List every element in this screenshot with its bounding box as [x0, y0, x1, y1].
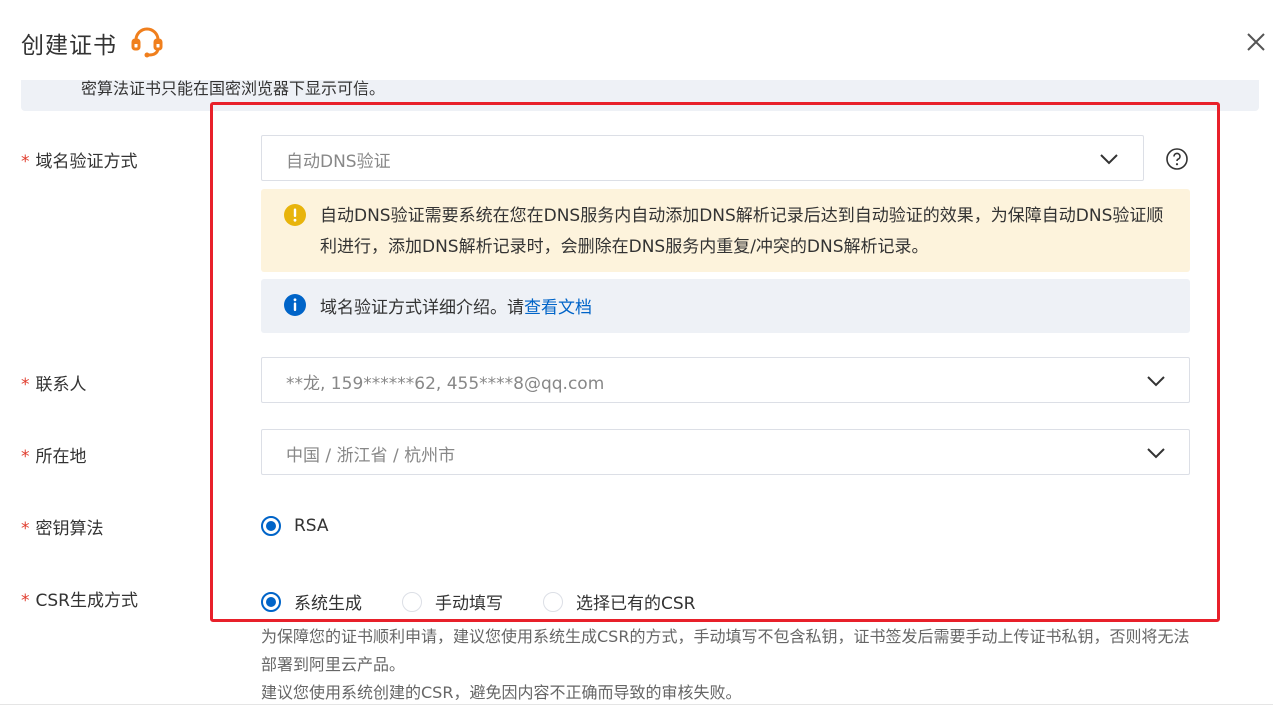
- required-mark: *: [21, 519, 30, 539]
- csr-hint-line-2: 建议您使用系统创建的CSR，避免因内容不正确而导致的审核失败。: [261, 683, 742, 702]
- dialog-header: 创建证书: [0, 0, 1273, 80]
- csr-hint: 为保障您的证书顺利申请，建议您使用系统生成CSR的方式，手动填写不包含私钥，证书…: [261, 623, 1191, 707]
- chevron-down-icon: [1147, 448, 1165, 459]
- radio-label: RSA: [294, 516, 329, 536]
- location-select[interactable]: 中国 / 浙江省 / 杭州市: [261, 429, 1190, 475]
- key-algorithm-label: * 密钥算法: [21, 519, 104, 539]
- radio-csr-existing[interactable]: 选择已有的CSR: [543, 589, 695, 614]
- domain-verify-select[interactable]: 自动DNS验证: [261, 135, 1144, 181]
- dns-warning-text: 自动DNS验证需要系统在您在DNS服务内自动添加DNS解析记录后达到自动验证的效…: [320, 206, 1164, 257]
- radio-label: 手动填写: [435, 594, 503, 614]
- view-docs-link[interactable]: 查看文档: [524, 298, 592, 318]
- close-icon[interactable]: [1244, 30, 1268, 54]
- domain-verify-label: * 域名验证方式: [21, 152, 138, 172]
- radio-label: 选择已有的CSR: [576, 594, 696, 614]
- chevron-down-icon: [1100, 154, 1118, 165]
- warning-circle-icon: [284, 204, 306, 226]
- radio-dot[interactable]: [543, 591, 563, 612]
- headset-icon[interactable]: [130, 24, 164, 58]
- question-circle-icon[interactable]: [1165, 147, 1189, 171]
- top-notice-text: 密算法证书只能在国密浏览器下显示可信。: [81, 80, 386, 98]
- radio-label: 系统生成: [294, 594, 362, 614]
- radio-dot[interactable]: [402, 591, 422, 612]
- chevron-down-icon: [1147, 376, 1165, 387]
- required-mark: *: [21, 447, 30, 467]
- contact-select[interactable]: **龙, 159******62, 455****8@qq.com: [261, 357, 1190, 403]
- contact-value: **龙, 159******62, 455****8@qq.com: [286, 374, 605, 394]
- radio-dot[interactable]: [261, 516, 281, 536]
- verify-info-text: 域名验证方式详细介绍。请: [320, 298, 524, 318]
- required-mark: *: [21, 375, 30, 395]
- verify-info-alert: 域名验证方式详细介绍。请查看文档: [261, 279, 1190, 333]
- radio-csr-manual[interactable]: 手动填写: [402, 589, 503, 614]
- dns-warning-alert: 自动DNS验证需要系统在您在DNS服务内自动添加DNS解析记录后达到自动验证的效…: [261, 189, 1190, 272]
- top-notice-banner: 密算法证书只能在国密浏览器下显示可信。: [21, 80, 1259, 111]
- contact-label: * 联系人: [21, 375, 87, 395]
- location-value: 中国 / 浙江省 / 杭州市: [286, 446, 456, 466]
- dialog-title: 创建证书: [21, 33, 117, 59]
- divider: [0, 704, 1273, 705]
- location-label: * 所在地: [21, 447, 87, 467]
- radio-rsa[interactable]: RSA: [261, 516, 329, 536]
- info-circle-icon: [284, 294, 306, 316]
- radio-csr-system[interactable]: 系统生成: [261, 589, 362, 614]
- radio-dot[interactable]: [261, 591, 281, 612]
- required-mark: *: [21, 591, 30, 611]
- csr-method-label: * CSR生成方式: [21, 591, 138, 611]
- domain-verify-value: 自动DNS验证: [286, 152, 391, 172]
- required-mark: *: [21, 152, 30, 172]
- csr-hint-line-1: 为保障您的证书顺利申请，建议您使用系统生成CSR的方式，手动填写不包含私钥，证书…: [261, 627, 1190, 674]
